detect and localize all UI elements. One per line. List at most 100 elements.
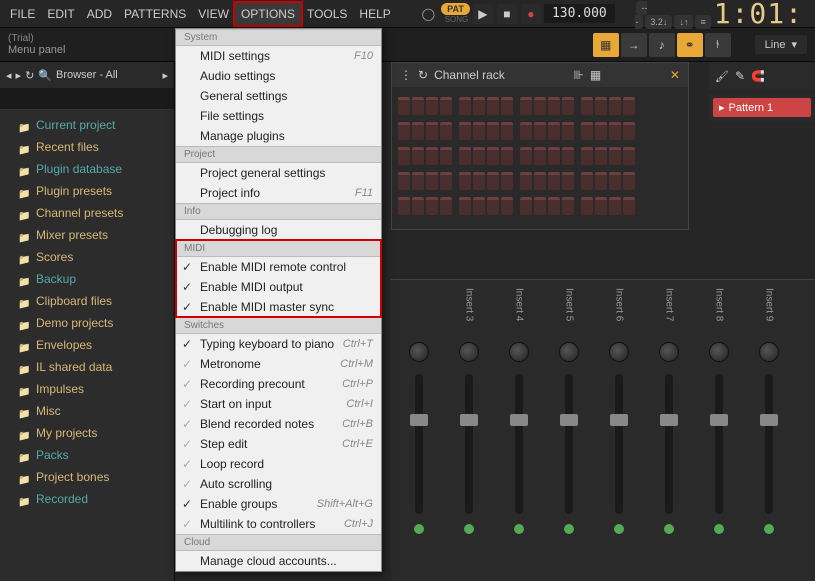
grid-icon[interactable]: ▦: [590, 68, 601, 82]
step-button[interactable]: [623, 197, 635, 215]
step-button[interactable]: [426, 197, 438, 215]
step-button[interactable]: [534, 122, 546, 140]
mute-button[interactable]: [614, 524, 624, 534]
pan-knob[interactable]: [759, 342, 779, 362]
stop-button[interactable]: ■: [497, 4, 517, 24]
menu-item-blend-recorded-notes[interactable]: ✓Blend recorded notesCtrl+B: [176, 414, 381, 434]
step-button[interactable]: [548, 97, 560, 115]
toolbar-pill[interactable]: ↓↑: [674, 15, 693, 29]
fader[interactable]: [465, 374, 473, 514]
step-button[interactable]: [534, 147, 546, 165]
step-button[interactable]: [473, 197, 485, 215]
step-button[interactable]: [548, 172, 560, 190]
step-button[interactable]: [487, 147, 499, 165]
step-button[interactable]: [459, 172, 471, 190]
menu-item-enable-midi-remote-control[interactable]: ✓Enable MIDI remote control: [176, 257, 381, 277]
play-button[interactable]: ▶: [473, 4, 493, 24]
step-button[interactable]: [426, 172, 438, 190]
menu-add[interactable]: ADD: [81, 3, 118, 25]
menu-item-typing-keyboard-to-piano[interactable]: ✓Typing keyboard to pianoCtrl+T: [176, 334, 381, 354]
step-button[interactable]: [581, 122, 593, 140]
menu-item-midi-settings[interactable]: MIDI settingsF10: [176, 46, 381, 66]
fader[interactable]: [565, 374, 573, 514]
step-button[interactable]: [412, 147, 424, 165]
step-button[interactable]: [440, 147, 452, 165]
fader-handle[interactable]: [460, 414, 478, 426]
step-button[interactable]: [501, 97, 513, 115]
fader[interactable]: [765, 374, 773, 514]
step-button[interactable]: [398, 172, 410, 190]
step-button[interactable]: [548, 122, 560, 140]
step-button[interactable]: [595, 197, 607, 215]
browser-item[interactable]: Current project: [0, 114, 174, 136]
pan-knob[interactable]: [509, 342, 529, 362]
fader-handle[interactable]: [610, 414, 628, 426]
step-button[interactable]: [534, 172, 546, 190]
step-button[interactable]: [426, 97, 438, 115]
fader[interactable]: [415, 374, 423, 514]
step-button[interactable]: [595, 97, 607, 115]
playlist-button[interactable]: ▦: [593, 33, 619, 57]
step-button[interactable]: [412, 97, 424, 115]
step-button[interactable]: [595, 147, 607, 165]
toolbar-pill[interactable]: ≡: [695, 15, 710, 29]
browser-header[interactable]: ◂ ▸ ↻ 🔍 Browser - All ▸: [0, 62, 174, 88]
menu-view[interactable]: VIEW: [192, 3, 235, 25]
fader-handle[interactable]: [710, 414, 728, 426]
browser-item[interactable]: My projects: [0, 422, 174, 444]
snap-dropdown[interactable]: Line ▾: [755, 35, 807, 54]
step-button[interactable]: [623, 122, 635, 140]
step-button[interactable]: [520, 147, 532, 165]
step-button[interactable]: [623, 147, 635, 165]
step-button[interactable]: [501, 122, 513, 140]
step-button[interactable]: [487, 122, 499, 140]
step-button[interactable]: [487, 197, 499, 215]
step-button[interactable]: [398, 197, 410, 215]
step-button[interactable]: [581, 172, 593, 190]
paint-icon[interactable]: ✎: [735, 69, 745, 83]
menu-item-enable-midi-output[interactable]: ✓Enable MIDI output: [176, 277, 381, 297]
step-button[interactable]: [609, 197, 621, 215]
step-button[interactable]: [562, 122, 574, 140]
step-button[interactable]: [398, 122, 410, 140]
browser-search-field[interactable]: [0, 88, 174, 110]
piano-roll-button[interactable]: →: [621, 33, 647, 57]
pan-knob[interactable]: [409, 342, 429, 362]
step-button[interactable]: [520, 122, 532, 140]
mute-button[interactable]: [664, 524, 674, 534]
step-button[interactable]: [487, 172, 499, 190]
menu-item-manage-plugins[interactable]: Manage plugins: [176, 126, 381, 146]
pan-knob[interactable]: [559, 342, 579, 362]
step-button[interactable]: [412, 172, 424, 190]
fader-handle[interactable]: [760, 414, 778, 426]
menu-file[interactable]: FILE: [4, 3, 41, 25]
mute-button[interactable]: [464, 524, 474, 534]
mute-button[interactable]: [564, 524, 574, 534]
step-button[interactable]: [581, 97, 593, 115]
mixer-track[interactable]: Insert 4: [495, 288, 543, 573]
step-button[interactable]: [398, 97, 410, 115]
browser-item[interactable]: Recorded: [0, 488, 174, 510]
mixer-button[interactable]: ⫮: [705, 33, 731, 57]
pan-knob[interactable]: [659, 342, 679, 362]
step-button[interactable]: [459, 122, 471, 140]
step-button[interactable]: [459, 197, 471, 215]
mute-button[interactable]: [514, 524, 524, 534]
step-button[interactable]: [623, 172, 635, 190]
fader[interactable]: [515, 374, 523, 514]
step-button[interactable]: [609, 122, 621, 140]
step-button[interactable]: [473, 147, 485, 165]
brush-icon[interactable]: [715, 69, 729, 83]
browser-item[interactable]: Recent files: [0, 136, 174, 158]
step-seq-button[interactable]: ♪: [649, 33, 675, 57]
step-button[interactable]: [609, 97, 621, 115]
step-button[interactable]: [487, 97, 499, 115]
pattern-mode-badge[interactable]: PAT: [441, 3, 470, 15]
nav-back-icon[interactable]: ◂: [6, 69, 12, 82]
step-button[interactable]: [534, 197, 546, 215]
menu-item-general-settings[interactable]: General settings: [176, 86, 381, 106]
reload-icon[interactable]: ↻: [25, 69, 34, 82]
step-button[interactable]: [623, 97, 635, 115]
browser-item[interactable]: Packs: [0, 444, 174, 466]
menu-help[interactable]: HELP: [353, 3, 396, 25]
